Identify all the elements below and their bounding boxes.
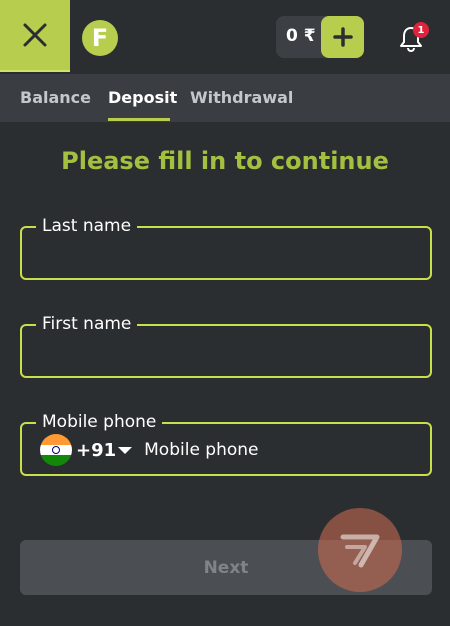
top-bar: F 0 ₹ 1 <box>0 0 450 74</box>
india-flag-icon[interactable] <box>40 434 72 466</box>
last-name-label: Last name <box>36 215 138 237</box>
active-tab-indicator <box>108 118 170 121</box>
close-icon <box>23 23 47 47</box>
last-name-field: Last name <box>20 215 432 280</box>
plus-icon <box>332 27 353 47</box>
first-name-field: First name <box>20 313 432 378</box>
mobile-phone-field: Mobile phone +91 Mobile phone <box>20 411 432 476</box>
dial-code[interactable]: +91 <box>76 440 116 461</box>
tab-balance[interactable]: Balance <box>20 88 91 107</box>
balance-amount: 0 ₹ <box>286 26 316 46</box>
form-heading: Please fill in to continue <box>61 147 389 175</box>
notification-count: 1 <box>417 24 425 36</box>
close-button[interactable] <box>0 0 70 72</box>
tab-deposit[interactable]: Deposit <box>108 88 177 107</box>
phone-input-row: +91 Mobile phone <box>40 434 259 466</box>
tab-bar: Balance Deposit Withdrawal <box>0 74 450 122</box>
notification-badge: 1 <box>413 22 429 38</box>
add-funds-button[interactable] <box>321 16 364 58</box>
tab-withdrawal[interactable]: Withdrawal <box>190 88 293 107</box>
mobile-phone-input[interactable]: Mobile phone <box>144 440 258 460</box>
watermark-logo-icon <box>318 508 402 592</box>
mobile-phone-label: Mobile phone <box>36 411 163 433</box>
brand-logo: F <box>82 20 118 56</box>
brand-logo-letter: F <box>91 24 109 52</box>
next-button-label: Next <box>203 557 249 578</box>
chevron-down-icon[interactable] <box>118 446 133 454</box>
first-name-label: First name <box>36 313 138 335</box>
